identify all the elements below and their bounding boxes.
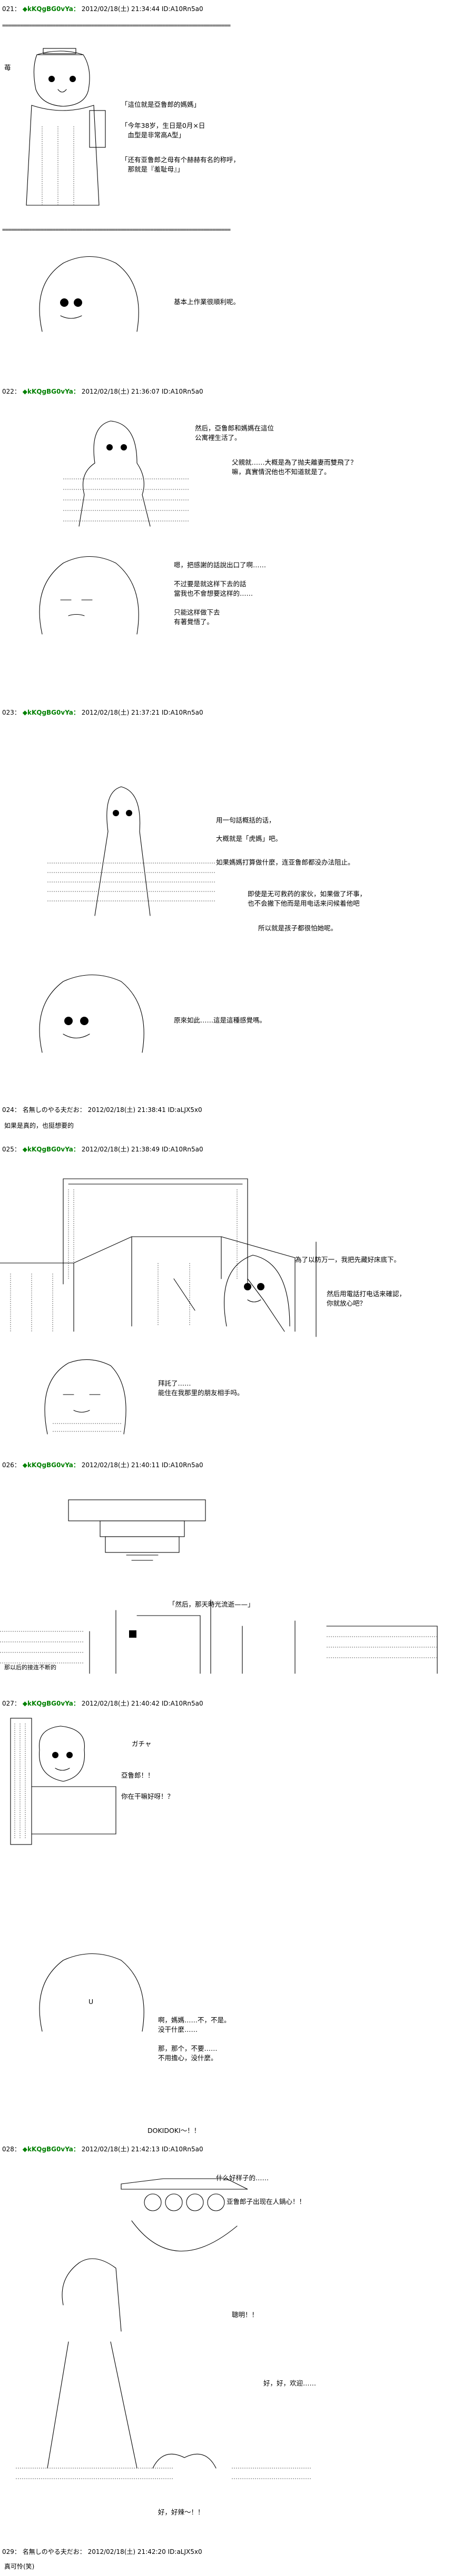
dialog-text: 聰明！！ xyxy=(232,2311,259,2319)
dialog-text: 然后，亞鲁郎和媽媽在這位 公寓裡生活了。 xyxy=(195,424,274,442)
dialog-text: 為了以防万一，我把先藏好床底下。 xyxy=(295,1256,401,1264)
post-date: 2012/02/18(土) 21:34:44 ID:A10Rn5a0 xyxy=(81,5,203,13)
post-author[interactable]: ◆kKQgBG0vYa： xyxy=(23,388,80,395)
post-header: 025： ◆kKQgBG0vYa： 2012/02/18(土) 21:38:49… xyxy=(2,1145,203,1154)
reply-text: 真可怜(笑) xyxy=(4,2563,35,2570)
post-number: 024： xyxy=(2,1106,21,1114)
tag-label: 苺 xyxy=(4,64,11,72)
post-date: 2012/02/18(土) 21:42:20 ID:aLJX5x0 xyxy=(87,2548,202,2555)
post-number: 028： xyxy=(2,2146,21,2153)
post-author[interactable]: ◆kKQgBG0vYa： xyxy=(23,5,80,13)
post-header: 022： ◆kKQgBG0vYa： 2012/02/18(土) 21:36:07… xyxy=(2,387,203,396)
post-date: 2012/02/18(土) 21:36:07 ID:A10Rn5a0 xyxy=(81,388,203,395)
dialog-text: 「這位就是亞鲁郎的媽媽」 xyxy=(121,101,201,108)
dialog-text: 然后用電話打电话来確認， 你就放心吧？ xyxy=(327,1290,406,1307)
blob-character-aa xyxy=(216,1247,300,1334)
post-author[interactable]: 名無しのやる夫だお： xyxy=(23,1106,86,1114)
blob-character-aa xyxy=(32,968,153,1060)
dialog-text: 基本上作業很順利呢。 xyxy=(174,298,240,306)
dialog-text: 即使是无可救药的家伙，如果做了坏事， 也不会撇下他而是用电话来问候着他吧 xyxy=(248,890,367,907)
post-number: 029： xyxy=(2,2548,21,2555)
dialog-text: 那以后的接连不断的 xyxy=(4,1664,56,1671)
bedroom-scene-aa xyxy=(0,1174,421,1365)
post-header: 028： ◆kKQgBG0vYa： 2012/02/18(土) 21:42:13… xyxy=(2,2144,203,2153)
post-header: 023： ◆kKQgBG0vYa： 2012/02/18(土) 21:37:21… xyxy=(2,708,203,717)
group-scene-aa xyxy=(16,2173,311,2554)
post-date: 2012/02/18(土) 21:37:21 ID:A10Rn5a0 xyxy=(81,709,203,716)
post-date: 2012/02/18(土) 21:42:13 ID:A10Rn5a0 xyxy=(81,2146,203,2153)
dialog-text: 如果媽媽打算做什麼，连亚鲁郎都没办法阻止。 xyxy=(216,858,355,866)
dialog-text: 啊，媽媽……不，不是。 没干什麼…… 那，那个，不要…… 不用擔心，没什麼。 xyxy=(158,2016,231,2062)
sound-effect-text: DOKIDOKI〜！！ xyxy=(148,2127,201,2134)
dialog-text: 大概就是「虎媽」吧。 xyxy=(216,835,282,843)
dialog-text: 什么好样子的…… xyxy=(216,2174,269,2182)
dialog-text: 「今年38岁，生日是0月×日 血型是非常高A型」 xyxy=(121,122,205,139)
blob-character-aa xyxy=(32,253,148,344)
separator-line: ========================================… xyxy=(2,226,231,233)
mother-aa xyxy=(21,47,106,228)
post-author[interactable]: ◆kKQgBG0vYa： xyxy=(23,1461,80,1469)
door-mother-aa xyxy=(10,1718,126,1857)
dialog-text: 亞鲁郎！！ xyxy=(121,1771,154,1779)
post-header: 027： ◆kKQgBG0vYa： 2012/02/18(土) 21:40:42… xyxy=(2,1699,203,1708)
post-author[interactable]: 名無しのやる夫だお： xyxy=(23,2548,86,2555)
post-author[interactable]: ◆kKQgBG0vYa： xyxy=(23,1700,80,1707)
post-author[interactable]: ◆kKQgBG0vYa： xyxy=(23,1146,80,1153)
post-number: 025： xyxy=(2,1146,21,1153)
post-number: 023： xyxy=(2,709,21,716)
reply-text: 如果是真的，也挺想要的 xyxy=(4,1122,74,1129)
dialog-text: 好，好，欢迎…… xyxy=(263,2379,317,2387)
post-header: 021： ◆kKQgBG0vYa： 2012/02/18(土) 21:34:44… xyxy=(2,4,203,13)
post-header: 024： 名無しのやる夫だお： 2012/02/18(土) 21:38:41 I… xyxy=(2,1105,202,1114)
apartment-scene-aa xyxy=(0,1495,443,1697)
post-number: 026： xyxy=(2,1461,21,1469)
dialog-text: 用一句話概括的话， xyxy=(216,816,276,824)
shadow-figure-aa xyxy=(58,416,195,539)
dialog-text: 所以就是孩子都很怕她呢。 xyxy=(258,924,338,932)
post-date: 2012/02/18(土) 21:40:42 ID:A10Rn5a0 xyxy=(81,1700,203,1707)
post-date: 2012/02/18(土) 21:38:49 ID:A10Rn5a0 xyxy=(81,1146,203,1153)
post-number: 022： xyxy=(2,388,21,395)
post-author[interactable]: ◆kKQgBG0vYa： xyxy=(23,709,80,716)
post-header: 026： ◆kKQgBG0vYa： 2012/02/18(土) 21:40:11… xyxy=(2,1460,203,1469)
mother-aa xyxy=(32,1350,137,1447)
post-number: 027： xyxy=(2,1700,21,1707)
post-header: 029： 名無しのやる夫だお： 2012/02/18(土) 21:42:20 I… xyxy=(2,2547,202,2556)
post-date: 2012/02/18(土) 21:38:41 ID:aLJX5x0 xyxy=(87,1106,202,1114)
blob-character-aa xyxy=(32,1947,148,2039)
dialog-text: 拜託了…… 能住在我那里的朋友相手吗。 xyxy=(158,1379,244,1397)
dialog-text: 好，好辣〜！！ xyxy=(158,2508,204,2516)
dialog-text: 嗯，把感謝的話說出口了啊…… 不过要是就这样下去的話 當我也不會想要这样的…… … xyxy=(174,561,267,626)
separator-line: ========================================… xyxy=(2,22,231,29)
post-number: 021： xyxy=(2,5,21,13)
shadow-figure-aa xyxy=(42,784,221,923)
dialog-text: 原來如此……這是這種感覺嗎。 xyxy=(174,1016,267,1024)
blob-character-aa xyxy=(32,550,148,642)
dialog-text: 「然后，那天時光流逝——」 xyxy=(169,1600,254,1608)
post-date: 2012/02/18(土) 21:40:11 ID:A10Rn5a0 xyxy=(81,1461,203,1469)
dialog-text: 父親就……大概是為了抛夫離妻而雙飛了？ 嘛，真實情況他也不知道就是了。 xyxy=(232,458,357,476)
dialog-text: 亚鲁郎子出现在人鍋心！！ xyxy=(227,2198,306,2206)
post-author[interactable]: ◆kKQgBG0vYa： xyxy=(23,2146,80,2153)
dialog-text: 你在干嘛好呀！？ xyxy=(121,1792,174,1800)
dialog-text: 「还有亚鲁郎之母有个赫赫有名的称呼， 那就是『羞耻母』」 xyxy=(121,156,240,173)
sound-effect-text: ガチャ xyxy=(132,1740,152,1748)
dialog-text: U xyxy=(89,1998,94,2006)
